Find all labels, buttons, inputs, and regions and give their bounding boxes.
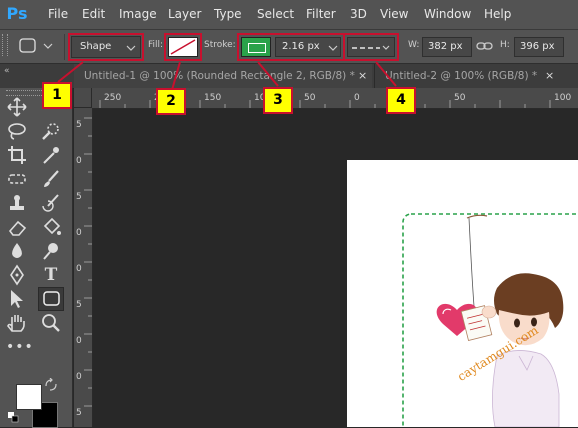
- callout-badge-4: 4: [386, 87, 416, 114]
- callout-badge-1: 1: [42, 82, 72, 109]
- callout-badge-2: 2: [156, 88, 186, 115]
- callout-arrows: [57, 61, 397, 91]
- callout-badge-3: 3: [263, 87, 293, 114]
